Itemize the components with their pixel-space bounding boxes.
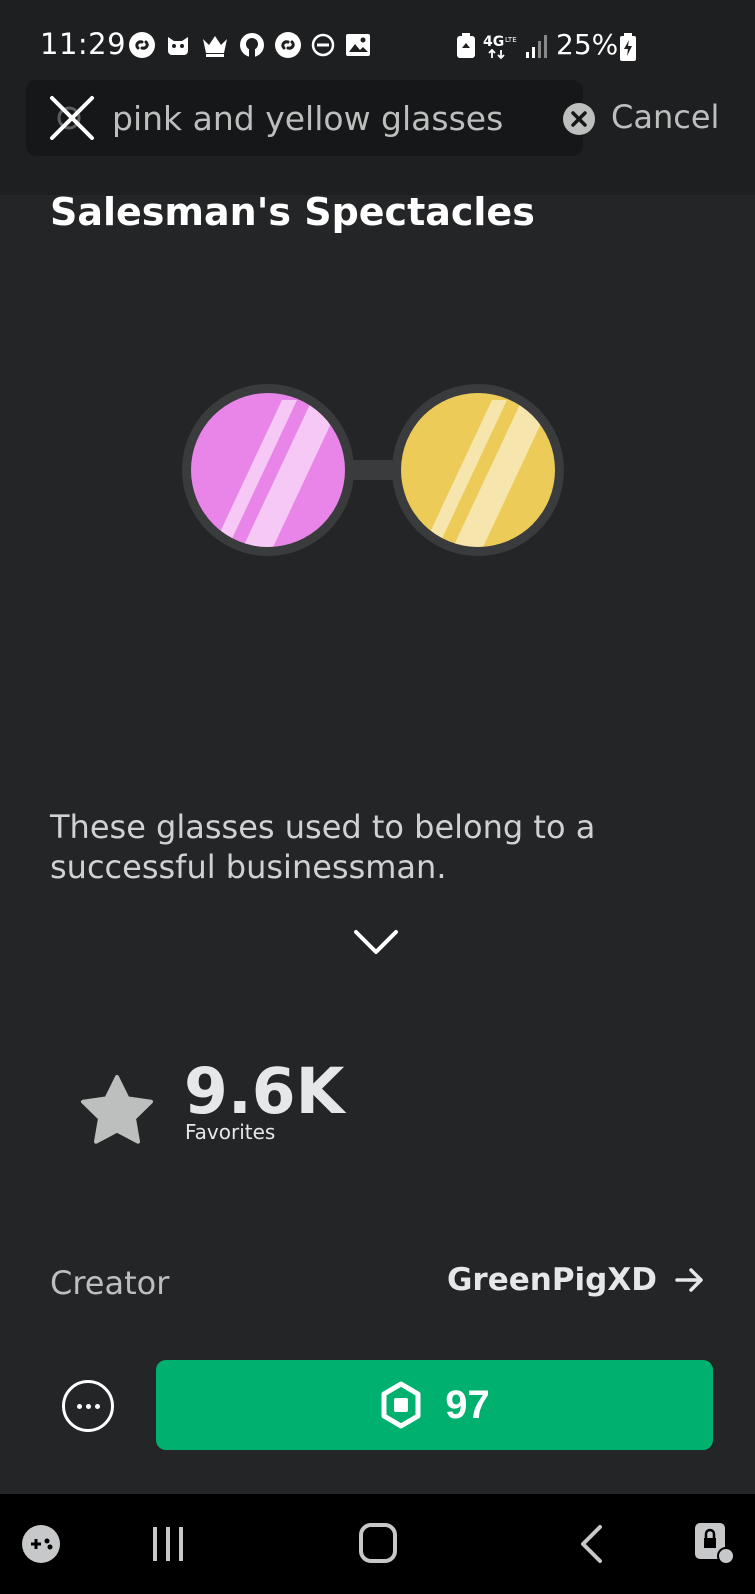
- cat-app-icon: [168, 37, 188, 55]
- robux-icon: [381, 1381, 421, 1429]
- more-dot: [95, 1404, 100, 1409]
- clear-search-icon[interactable]: [562, 102, 596, 136]
- expand-description-icon[interactable]: [352, 928, 400, 956]
- item-thumbnail-glasses[interactable]: [182, 380, 574, 562]
- back-icon[interactable]: [578, 1524, 604, 1564]
- screen-lock-icon[interactable]: [692, 1520, 736, 1566]
- image-icon: [346, 34, 370, 56]
- network-4g-icon: 4G LTE: [483, 34, 517, 60]
- svg-text:LTE: LTE: [505, 36, 517, 44]
- item-title: Salesman's Spectacles: [50, 190, 535, 234]
- game-controller-icon[interactable]: [21, 1524, 61, 1564]
- item-description: These glasses used to belong to a succes…: [50, 808, 596, 886]
- svg-text:4G: 4G: [483, 34, 504, 50]
- shazam-icon: [129, 32, 155, 58]
- favorites-count: 9.6K: [184, 1055, 345, 1128]
- crown-icon: [203, 36, 227, 57]
- cancel-button[interactable]: Cancel: [611, 98, 719, 136]
- data-saver-icon: [457, 33, 475, 58]
- battery-charging-icon: [620, 33, 636, 61]
- search-box[interactable]: [26, 80, 595, 156]
- home-icon[interactable]: [358, 1522, 398, 1564]
- system-icons: 4G LTE: [455, 31, 549, 61]
- creator-name[interactable]: GreenPigXD: [447, 1262, 657, 1298]
- recent-apps-icon[interactable]: [150, 1524, 186, 1564]
- buy-button[interactable]: 97: [156, 1360, 713, 1450]
- github-icon: [240, 33, 264, 57]
- signal-icon: [526, 35, 547, 58]
- status-time: 11:29: [40, 27, 127, 61]
- more-dot: [77, 1404, 82, 1409]
- buy-price: 97: [445, 1382, 490, 1427]
- search-icon[interactable]: [44, 92, 100, 144]
- favorites-label: Favorites: [185, 1120, 276, 1144]
- do-not-disturb-icon: [311, 33, 335, 57]
- search-header: Cancel: [0, 80, 755, 195]
- status-bar: 11:29 4G LTE 25%: [0, 0, 755, 80]
- battery-percent: 25%: [556, 28, 619, 61]
- more-options-button[interactable]: [62, 1380, 114, 1432]
- arrow-right-icon: [675, 1268, 703, 1292]
- creator-link[interactable]: GreenPigXD: [447, 1262, 705, 1298]
- more-dot: [86, 1404, 91, 1409]
- android-nav-bar: [0, 1494, 755, 1594]
- notification-icons: [128, 31, 372, 61]
- favorite-star-icon[interactable]: [80, 1074, 154, 1144]
- creator-label: Creator: [50, 1264, 170, 1302]
- search-input[interactable]: [112, 90, 532, 146]
- shazam-icon: [275, 32, 301, 58]
